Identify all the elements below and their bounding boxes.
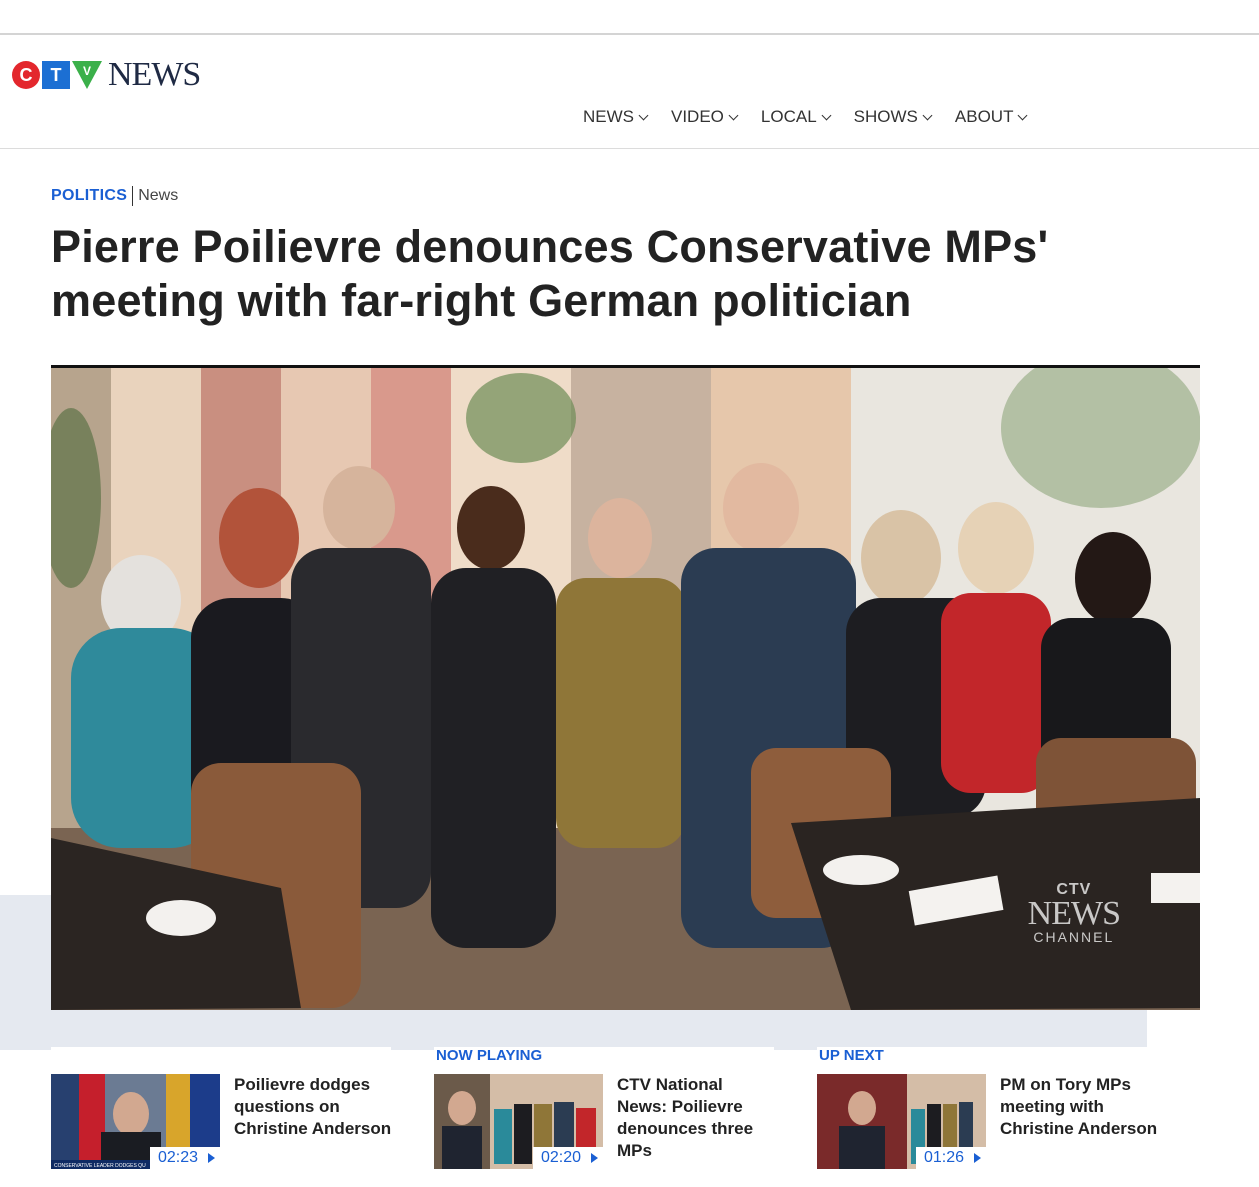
main-nav: NEWS VIDEO LOCAL SHOWS ABOUT <box>583 107 1028 127</box>
video-thumbnail[interactable]: CONSERVATIVE LEADER DODGES QU 02:23 <box>51 1074 220 1169</box>
nav-news-label: NEWS <box>583 107 634 126</box>
video-duration: 02:20 <box>532 1147 603 1169</box>
watermark-line-2: NEWS <box>1027 895 1121 932</box>
breadcrumb-divider <box>132 186 134 206</box>
video-duration: 02:23 <box>149 1147 220 1169</box>
ctv-news-channel-watermark: CTV NEWS CHANNEL <box>1027 881 1121 945</box>
video-title[interactable]: Poilievre dodges questions on Christine … <box>234 1074 394 1140</box>
play-icon <box>974 1153 981 1163</box>
up-next-label: UP NEXT <box>819 1047 892 1064</box>
nav-local[interactable]: LOCAL <box>760 107 832 127</box>
nav-about-label: ABOUT <box>954 107 1014 126</box>
video-thumbnail[interactable]: 02:20 <box>434 1074 603 1169</box>
subsection-label[interactable]: News <box>138 187 178 205</box>
now-playing-label: NOW PLAYING <box>436 1047 551 1064</box>
nav-shows[interactable]: SHOWS <box>853 107 933 127</box>
site-header: C T V NEWS NEWS VIDEO LOCAL SHOWS ABOUT <box>0 35 1259 149</box>
thumb-caption: CONSERVATIVE LEADER DODGES QU <box>54 1163 146 1169</box>
logo-wordmark: NEWS <box>108 56 201 93</box>
watermark-line-3: CHANNEL <box>1033 929 1115 945</box>
play-icon <box>208 1153 215 1163</box>
duration-text: 01:26 <box>923 1149 964 1166</box>
section-link[interactable]: POLITICS <box>51 187 127 205</box>
chevron-down-icon <box>728 110 739 120</box>
nav-local-label: LOCAL <box>760 107 817 126</box>
video-card[interactable]: UP NEXT 01:26 PM on Tory MPs meeting wit… <box>817 1047 1157 1177</box>
play-icon <box>591 1153 598 1163</box>
duration-text: 02:23 <box>157 1149 198 1166</box>
video-card[interactable]: NOW PLAYING 02:20 CTV National News: Poi… <box>434 1047 774 1177</box>
video-card[interactable]: CONSERVATIVE LEADER DODGES QU 02:23 Poil… <box>51 1047 391 1177</box>
video-title[interactable]: CTV National News: Poilievre denounces t… <box>617 1074 777 1162</box>
chevron-down-icon <box>638 110 649 120</box>
video-thumbnail[interactable]: 01:26 <box>817 1074 986 1169</box>
nav-news[interactable]: NEWS <box>583 107 649 127</box>
hero-image[interactable]: CTV NEWS CHANNEL <box>51 365 1200 1010</box>
nav-video-label: VIDEO <box>671 107 724 126</box>
video-title[interactable]: PM on Tory MPs meeting with Christine An… <box>1000 1074 1160 1140</box>
chevron-down-icon <box>821 110 832 120</box>
video-duration: 01:26 <box>915 1147 986 1169</box>
ctv-logo-icon: C T V <box>12 61 102 89</box>
logo-letter-v: V <box>83 64 91 78</box>
nav-shows-label: SHOWS <box>853 107 918 126</box>
ctv-news-logo[interactable]: C T V NEWS <box>12 56 201 93</box>
logo-letter-t: T <box>51 65 62 85</box>
chevron-down-icon <box>922 110 933 120</box>
duration-text: 02:20 <box>540 1149 581 1166</box>
nav-about[interactable]: ABOUT <box>954 107 1028 127</box>
browser-top-strip <box>0 0 1259 35</box>
breadcrumb: POLITICS News <box>51 186 178 206</box>
nav-video[interactable]: VIDEO <box>671 107 739 127</box>
logo-letter-c: C <box>20 65 33 85</box>
article-headline: Pierre Poilievre denounces Conservative … <box>51 221 1049 326</box>
chevron-down-icon <box>1018 110 1028 120</box>
